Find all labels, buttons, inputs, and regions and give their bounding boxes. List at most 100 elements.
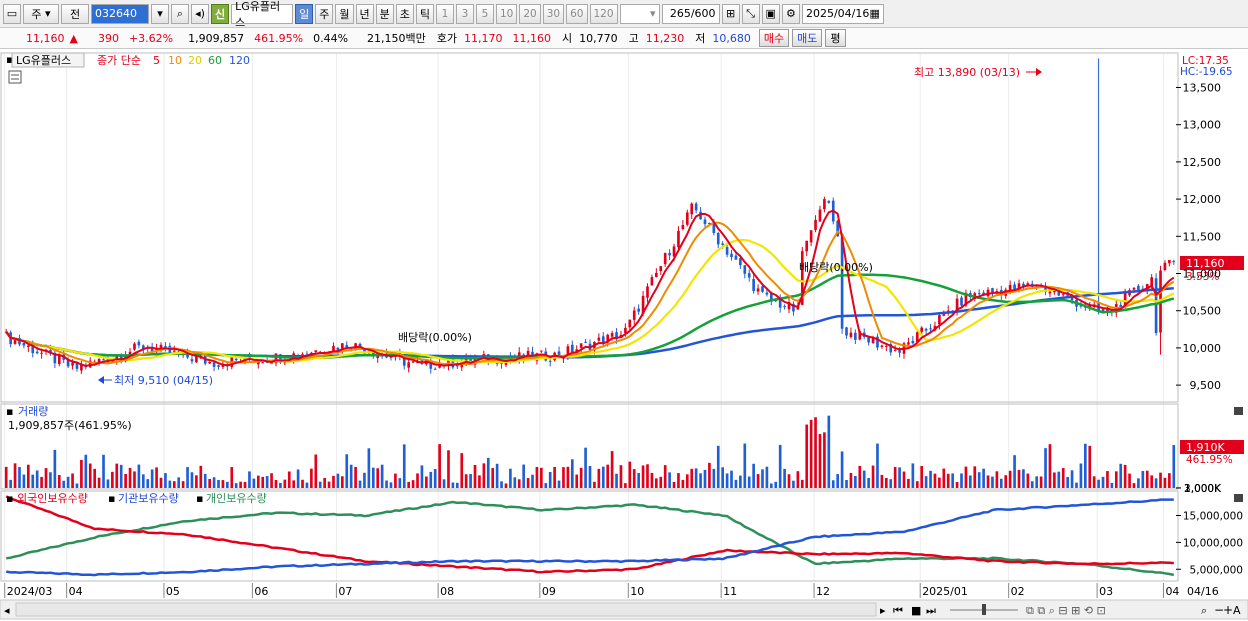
calculator-icon[interactable] xyxy=(8,70,22,84)
new-badge[interactable]: 신 xyxy=(211,3,230,24)
interval-1[interactable]: 1 xyxy=(436,3,454,24)
volume-bar xyxy=(663,465,667,488)
window-layout-icons[interactable]: ⧉ ⧉ ⌕ ⊟ ⊞ ⟲ ⊡ xyxy=(1026,604,1106,617)
volume-bar xyxy=(1141,471,1145,488)
scroll-right-icon[interactable]: ▸ xyxy=(880,604,886,617)
interval-30[interactable]: 30 xyxy=(542,3,565,24)
ma60-legend: 60 xyxy=(208,54,222,67)
gear-icon[interactable]: ⚙ xyxy=(781,3,800,24)
volume-panel-bullet: ▪ xyxy=(6,405,13,418)
volume-bar xyxy=(800,479,804,488)
period-minute[interactable]: 분 xyxy=(375,3,394,24)
volume-bar xyxy=(71,473,74,488)
quote-turnover: 0.44% xyxy=(313,31,349,45)
stock-name-field: LG유플러스 xyxy=(231,0,294,29)
stock-chart[interactable]: ▪ LG유플러스 종가 단순 5 10 20 60 120 LC:17.35 H… xyxy=(0,52,1248,621)
buy-button[interactable]: 매수 xyxy=(758,29,790,47)
period-month[interactable]: 월 xyxy=(335,3,354,24)
period-year-label: 년 xyxy=(359,7,370,21)
interval-120[interactable]: 120 xyxy=(589,3,618,24)
draw-tool-icon[interactable]: ⤡ xyxy=(741,3,760,24)
sell-button[interactable]: 매도 xyxy=(792,29,823,47)
candle-body xyxy=(584,341,587,343)
volume-bar xyxy=(902,471,906,488)
period-second[interactable]: 초 xyxy=(395,3,414,24)
volume-tick-label: 1,000K xyxy=(1184,483,1222,495)
period-year[interactable]: 년 xyxy=(355,3,374,24)
candle-body xyxy=(929,328,932,330)
period-day[interactable]: 일 xyxy=(295,3,314,24)
code-dropdown-icon[interactable]: ▾ xyxy=(151,3,169,24)
search-icon[interactable]: ⌕ xyxy=(171,3,189,24)
volume-bar xyxy=(66,476,70,488)
prev-button[interactable]: 전 xyxy=(61,3,89,24)
volume-bar xyxy=(111,471,114,488)
candle-body xyxy=(716,232,720,245)
scroll-left-icon[interactable]: ◂ xyxy=(4,604,10,617)
volume-bar xyxy=(783,468,786,488)
volume-bar xyxy=(327,481,331,488)
period-tick[interactable]: 틱 xyxy=(415,3,434,24)
volume-bar xyxy=(632,469,636,488)
interval-5[interactable]: 5 xyxy=(476,3,494,24)
volume-bar xyxy=(1154,478,1158,488)
candle-body xyxy=(690,203,694,215)
quote-bar: 11,160 ▲ 390 +3.62% 1,909,857 461.95% 0.… xyxy=(0,28,1248,49)
quote-volume: 1,909,857 xyxy=(188,31,245,45)
market-select[interactable]: 주 ▾ xyxy=(23,3,59,24)
scroll-track[interactable] xyxy=(15,602,877,617)
interval-combo[interactable]: ▾ xyxy=(619,3,660,24)
volume-bar xyxy=(279,482,282,488)
volume-bar xyxy=(1110,482,1114,488)
jump-end-icon[interactable]: ⏭ xyxy=(926,604,936,617)
volume-bar xyxy=(823,432,826,488)
candle-body xyxy=(632,310,636,320)
candle-body xyxy=(13,340,17,344)
volume-bar xyxy=(570,459,574,488)
calendar-icon[interactable]: ▦ xyxy=(870,7,880,20)
volume-bar xyxy=(827,415,831,488)
volume-bar xyxy=(1097,479,1100,488)
volume-bar xyxy=(739,475,742,488)
x-axis-label: 12 xyxy=(816,585,830,598)
zoom-slider-thumb[interactable] xyxy=(982,604,986,615)
candle-body xyxy=(659,266,663,272)
volume-bar xyxy=(349,464,353,488)
volume-bar xyxy=(88,463,92,488)
interval-60[interactable]: 60 xyxy=(566,3,588,24)
volume-panel-close-icon[interactable] xyxy=(1234,407,1243,415)
jump-start-icon[interactable]: ⏮ xyxy=(893,604,903,617)
period-week[interactable]: 주 xyxy=(315,3,334,24)
volume-bar xyxy=(721,467,725,488)
x-axis-label: 11 xyxy=(723,585,737,598)
stop-icon[interactable]: ■ xyxy=(911,604,921,617)
volume-bar xyxy=(363,472,366,488)
volume-bar xyxy=(80,459,83,488)
holdings-panel-close-icon[interactable] xyxy=(1234,494,1243,502)
candle-body xyxy=(845,327,848,336)
candle-body xyxy=(579,343,583,348)
font-size-icon[interactable]: A xyxy=(1233,604,1241,617)
volume-bar xyxy=(345,454,349,488)
save-icon[interactable]: ▣ xyxy=(761,3,780,24)
date-field[interactable]: 2025/04/16 ▦ xyxy=(801,3,884,24)
stock-code-input[interactable]: 032640 xyxy=(91,3,149,24)
volume-bar xyxy=(725,473,729,488)
volume-bar xyxy=(858,465,862,488)
price-tick-label: 13,500 xyxy=(1183,81,1222,94)
candle-settings-icon[interactable]: ⊞ xyxy=(721,3,740,24)
holdings-tick-label: 10,000,000 xyxy=(1183,537,1243,549)
interval-3[interactable]: 3 xyxy=(456,3,474,24)
zoom-plus-icon[interactable]: + xyxy=(1223,603,1233,617)
volume-bar xyxy=(438,444,441,488)
volume-bar xyxy=(955,482,959,488)
interval-10[interactable]: 10 xyxy=(496,3,518,24)
interval-20[interactable]: 20 xyxy=(519,3,541,24)
zoom-in-icon[interactable]: ⌕ xyxy=(1201,604,1207,617)
eval-button[interactable]: 평 xyxy=(825,29,846,47)
holdings-tick-label: 15,000,000 xyxy=(1183,511,1243,523)
speaker-icon[interactable]: ◂) xyxy=(191,3,209,24)
data-count-field[interactable]: 265/600 xyxy=(661,3,720,24)
volume-bar xyxy=(531,474,534,488)
chart-type-icon[interactable]: ▭ xyxy=(3,3,21,24)
